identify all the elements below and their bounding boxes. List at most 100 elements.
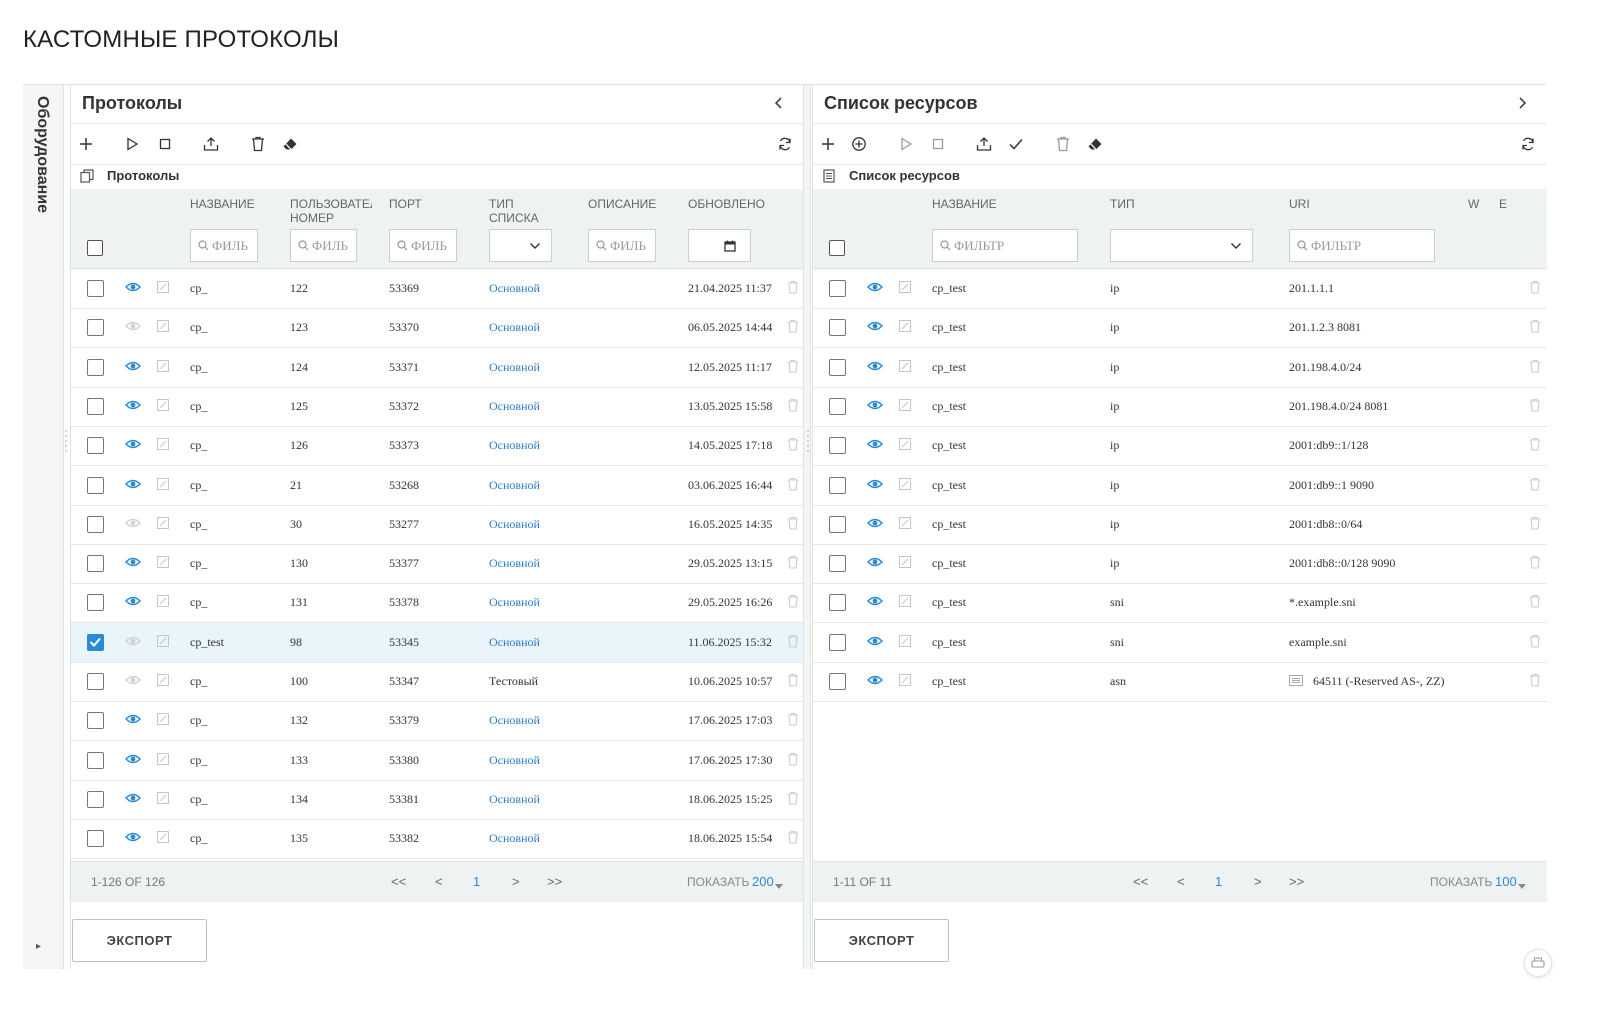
name-filter-input[interactable]: ФИЛЬТР: [932, 229, 1078, 262]
visibility-eye-icon[interactable]: [125, 595, 141, 611]
col-header-type[interactable]: ТИП: [1110, 197, 1135, 211]
row-checkbox[interactable]: [87, 633, 104, 651]
row-checkbox[interactable]: [87, 751, 104, 769]
user-number-filter-input[interactable]: ФИЛЬ: [290, 229, 357, 262]
table-row[interactable]: cp_test ip 201.198.4.0/24: [813, 348, 1547, 388]
table-row[interactable]: cp_ 124 53371 Основной 12.05.2025 11:17: [71, 348, 804, 388]
visibility-eye-icon[interactable]: [867, 556, 883, 572]
edit-icon[interactable]: [157, 831, 169, 847]
port-filter-input[interactable]: ФИЛЬ: [389, 229, 457, 262]
select-all-checkbox[interactable]: [87, 240, 103, 256]
edit-icon[interactable]: [157, 359, 169, 376]
next-page-button[interactable]: >: [1254, 874, 1262, 889]
edit-icon[interactable]: [157, 595, 169, 611]
export-button-left[interactable]: ЭКСПОРТ: [72, 919, 207, 962]
collapse-left-icon[interactable]: [772, 95, 786, 111]
first-page-button[interactable]: <<: [1133, 874, 1148, 889]
delete-row-icon[interactable]: [787, 673, 799, 691]
table-row[interactable]: cp_ 21 53268 Основной 03.06.2025 16:44: [71, 466, 804, 506]
upload-icon[interactable]: [974, 134, 994, 154]
col-header-port[interactable]: ПОРТ: [389, 197, 422, 211]
visibility-eye-icon[interactable]: [125, 320, 141, 336]
updated-date-filter[interactable]: [688, 229, 751, 262]
row-checkbox[interactable]: [87, 397, 104, 415]
delete-row-icon[interactable]: [787, 752, 799, 770]
col-header-list-type[interactable]: ТИП СПИСКА: [489, 197, 539, 225]
delete-row-icon[interactable]: [787, 594, 799, 612]
edit-icon[interactable]: [157, 516, 169, 533]
visibility-eye-icon[interactable]: [125, 281, 141, 297]
row-checkbox[interactable]: [87, 830, 104, 848]
col-header-name[interactable]: НАЗВАНИЕ: [190, 197, 255, 211]
cell-list-type[interactable]: Основной: [489, 517, 540, 532]
current-page[interactable]: 1: [473, 874, 480, 889]
delete-row-icon[interactable]: [1529, 594, 1541, 612]
select-all-checkbox[interactable]: [829, 240, 845, 256]
row-checkbox[interactable]: [829, 515, 846, 533]
eraser-icon[interactable]: [1085, 134, 1105, 154]
edit-icon[interactable]: [899, 320, 911, 336]
cell-list-type[interactable]: Основной: [489, 753, 540, 768]
splitter-grip-left[interactable]: [64, 428, 68, 454]
visibility-eye-icon[interactable]: [125, 360, 141, 376]
edit-icon[interactable]: [157, 438, 169, 454]
visibility-eye-icon[interactable]: [125, 753, 141, 769]
row-checkbox[interactable]: [829, 280, 846, 297]
table-row[interactable]: cp_test sni *.example.sni: [813, 583, 1547, 624]
collapse-right-icon[interactable]: [1515, 95, 1529, 111]
delete-row-icon[interactable]: [1529, 398, 1541, 416]
add-circle-icon[interactable]: [849, 134, 869, 154]
description-filter-input[interactable]: ФИЛЬ: [588, 229, 656, 262]
prev-page-button[interactable]: <: [1177, 874, 1185, 889]
type-filter-select[interactable]: [1110, 229, 1253, 262]
table-row[interactable]: cp_test asn 64511 (-Reserved AS-, ZZ): [813, 662, 1547, 702]
stop-icon[interactable]: [928, 134, 948, 154]
cell-list-type[interactable]: Основной: [489, 831, 540, 846]
cell-list-type[interactable]: Основной: [489, 792, 540, 807]
list-type-filter-select[interactable]: [489, 229, 552, 262]
print-icon[interactable]: [1524, 949, 1552, 977]
delete-row-icon[interactable]: [1529, 477, 1541, 495]
row-checkbox[interactable]: [829, 633, 846, 651]
row-checkbox[interactable]: [829, 476, 846, 494]
col-header-description[interactable]: ОПИСАНИЕ: [588, 197, 656, 211]
delete-icon[interactable]: [248, 134, 268, 154]
edit-icon[interactable]: [157, 281, 169, 297]
row-checkbox[interactable]: [87, 358, 104, 376]
edit-icon[interactable]: [899, 556, 911, 572]
edit-icon[interactable]: [899, 516, 911, 533]
upload-icon[interactable]: [201, 134, 221, 154]
name-filter-input[interactable]: ФИЛЬ: [190, 229, 258, 262]
table-row[interactable]: cp_ 134 53381 Основной 18.06.2025 15:25: [71, 780, 804, 820]
refresh-icon[interactable]: [1518, 134, 1538, 154]
delete-row-icon[interactable]: [787, 830, 799, 848]
table-row[interactable]: cp_test ip 201.198.4.0/24 8081: [813, 387, 1547, 427]
cell-list-type[interactable]: Основной: [489, 478, 540, 493]
equipment-sidebar[interactable]: [23, 85, 64, 969]
col-header-user-number[interactable]: ПОЛЬЗОВАТЕЛ НОМЕР: [290, 197, 372, 225]
delete-row-icon[interactable]: [787, 398, 799, 416]
visibility-eye-icon[interactable]: [867, 281, 883, 297]
delete-row-icon[interactable]: [1529, 673, 1541, 691]
table-row[interactable]: cp_test 98 53345 Основной 11.06.2025 15:32: [71, 622, 804, 663]
delete-row-icon[interactable]: [787, 437, 799, 455]
current-page[interactable]: 1: [1215, 874, 1222, 889]
row-checkbox[interactable]: [87, 476, 104, 494]
visibility-eye-icon[interactable]: [125, 438, 141, 454]
visibility-eye-icon[interactable]: [125, 556, 141, 572]
delete-row-icon[interactable]: [1529, 634, 1541, 652]
delete-row-icon[interactable]: [787, 319, 799, 337]
edit-icon[interactable]: [899, 595, 911, 611]
cell-list-type[interactable]: Основной: [489, 595, 540, 610]
splitter-grip-center[interactable]: [806, 428, 810, 454]
table-row[interactable]: cp_ 132 53379 Основной 17.06.2025 17:03: [71, 701, 804, 742]
table-row[interactable]: cp_test ip 2001:db9::1 9090: [813, 466, 1547, 506]
row-checkbox[interactable]: [87, 790, 104, 808]
visibility-eye-icon[interactable]: [867, 674, 883, 690]
edit-icon[interactable]: [899, 359, 911, 376]
panel-splitter[interactable]: [803, 85, 811, 969]
row-checkbox[interactable]: [87, 712, 104, 730]
visibility-eye-icon[interactable]: [867, 478, 883, 494]
row-checkbox[interactable]: [829, 397, 846, 415]
visibility-eye-icon[interactable]: [867, 320, 883, 336]
